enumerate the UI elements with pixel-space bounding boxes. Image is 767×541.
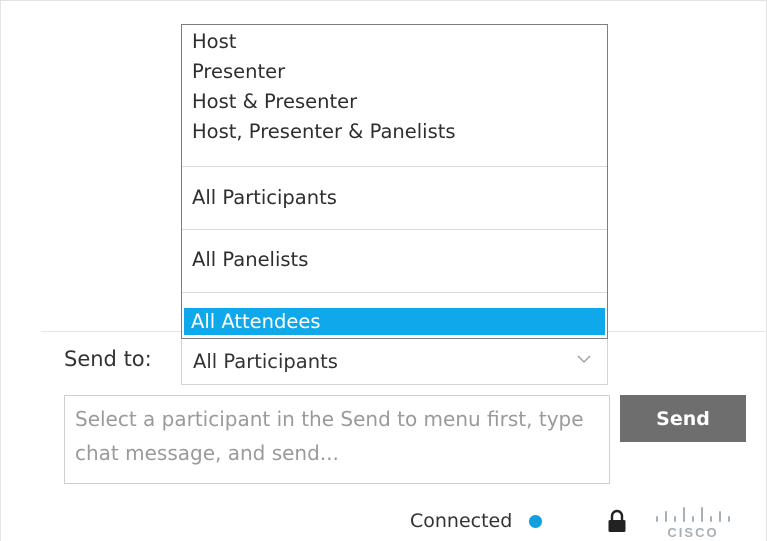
option-all-attendees[interactable]: All Attendees	[184, 308, 605, 335]
lock-icon	[608, 509, 626, 532]
svg-text:CISCO: CISCO	[667, 525, 718, 540]
send-to-select[interactable]: All Participants	[181, 338, 608, 385]
option-separator	[182, 166, 607, 167]
option-separator	[182, 229, 607, 230]
option-host[interactable]: Host	[192, 27, 597, 57]
send-button[interactable]: Send	[620, 395, 746, 442]
connection-status: Connected	[410, 510, 513, 532]
option-host-and-presenter[interactable]: Host & Presenter	[192, 87, 597, 117]
send-to-dropdown-list: Host Presenter Host & Presenter Host, Pr…	[181, 24, 608, 339]
chat-panel: Host Presenter Host & Presenter Host, Pr…	[0, 0, 767, 541]
cisco-logo: CISCO	[656, 507, 730, 540]
chat-message-input[interactable]	[64, 395, 610, 484]
option-all-participants[interactable]: All Participants	[192, 183, 597, 213]
option-host-presenter-panelists[interactable]: Host, Presenter & Panelists	[192, 117, 597, 147]
chevron-down-icon	[577, 355, 591, 363]
option-presenter[interactable]: Presenter	[192, 57, 597, 87]
option-separator	[182, 292, 607, 293]
status-dot-icon	[529, 515, 542, 528]
send-to-value: All Participants	[193, 350, 338, 373]
option-all-panelists[interactable]: All Panelists	[192, 245, 597, 275]
send-to-label: Send to:	[64, 347, 152, 371]
